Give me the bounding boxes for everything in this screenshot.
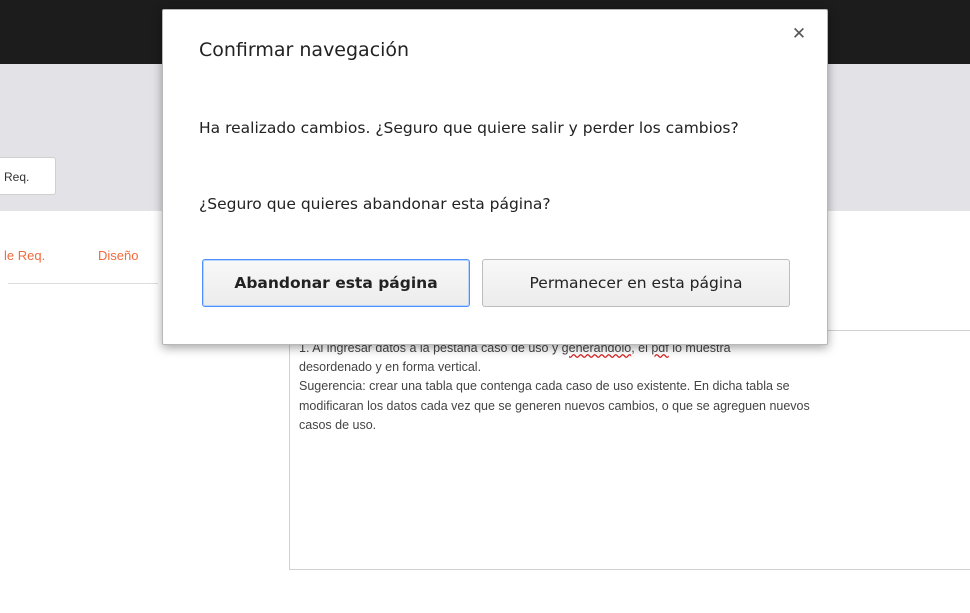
textarea-line-5: casos de uso. [299,418,377,432]
req-button[interactable]: Req. [0,157,56,195]
textarea-line-3: Sugerencia: crear una tabla que contenga… [299,379,790,393]
textarea-line-2: desordenado y en forma vertical. [299,359,482,374]
req-button-label: Req. [4,170,30,184]
tab-design[interactable]: Diseño [98,248,138,263]
textarea-content: 1. Al ingresar datos a la pestaña caso d… [299,338,970,436]
leave-page-button[interactable]: Abandonar esta página [202,259,470,307]
close-icon[interactable]: ✕ [789,24,809,44]
confirm-navigation-dialog: Confirmar navegación ✕ Ha realizado camb… [162,9,828,345]
textarea-line-4: modificaran los datos cada vez que se ge… [299,398,810,413]
dialog-question: ¿Seguro que quieres abandonar esta págin… [199,195,551,213]
tab-requirements[interactable]: le Req. [4,248,45,263]
divider [8,283,158,284]
dialog-title: Confirmar navegación [199,39,410,61]
dialog-message: Ha realizado cambios. ¿Seguro que quiere… [199,119,739,137]
stay-on-page-button[interactable]: Permanecer en esta página [482,259,790,307]
